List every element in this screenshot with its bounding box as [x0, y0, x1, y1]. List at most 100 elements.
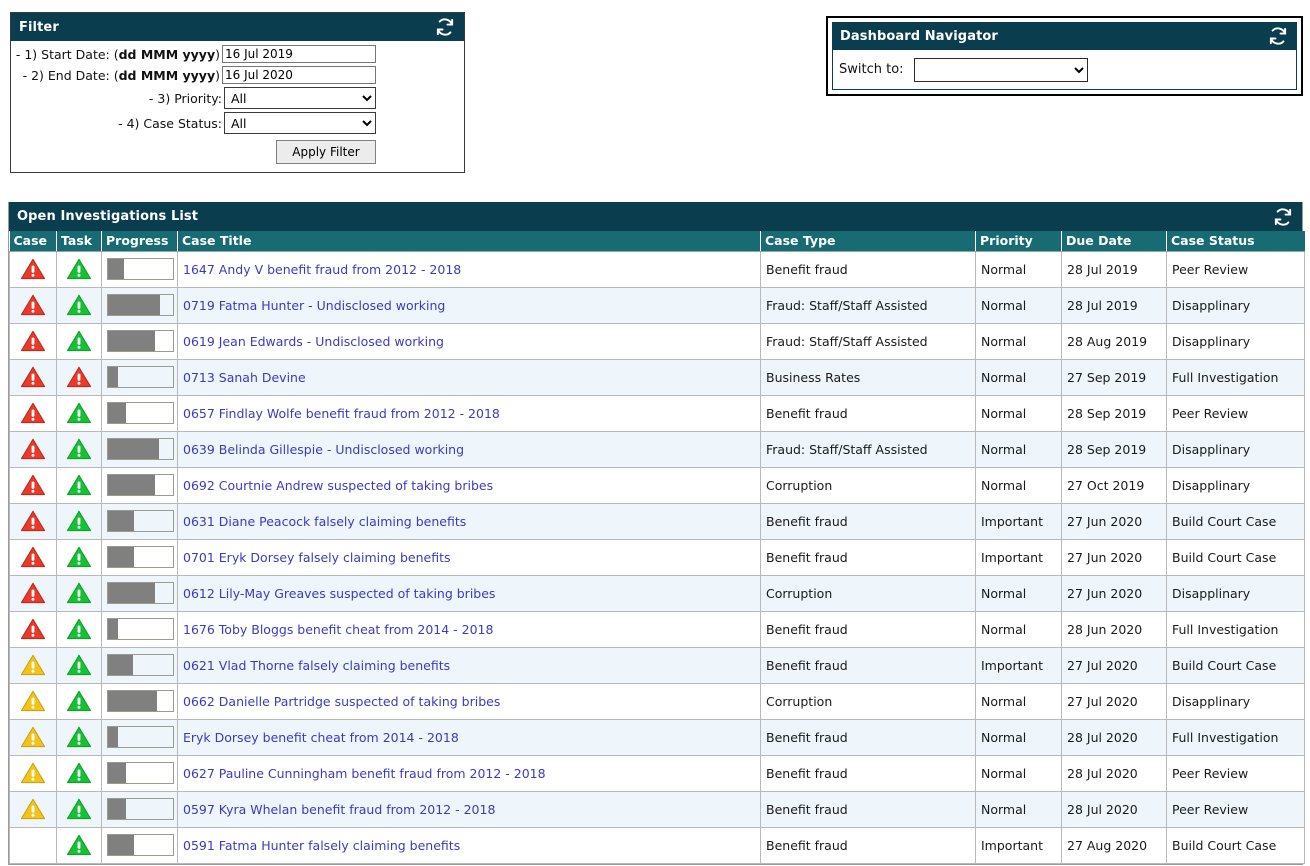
end-date-input[interactable] [222, 66, 376, 84]
case-status-select[interactable]: All [224, 112, 376, 134]
cell-case-title: 0692 Courtnie Andrew suspected of taking… [177, 466, 761, 504]
progress-bar-fill [108, 655, 133, 675]
column-header-task[interactable]: Task [56, 231, 102, 252]
case-title-link[interactable]: 0639 Belinda Gillespie - Undisclosed wor… [183, 442, 464, 457]
cell-task-icon [56, 358, 102, 396]
table-row[interactable]: 0657 Findlay Wolfe benefit fraud from 20… [9, 394, 1305, 432]
table-row[interactable]: 0692 Courtnie Andrew suspected of taking… [9, 466, 1305, 504]
green-warning-icon [66, 582, 92, 604]
cell-case-icon [9, 322, 57, 360]
case-title-link[interactable]: 0657 Findlay Wolfe benefit fraud from 20… [183, 406, 500, 421]
column-header-case-status[interactable]: Case Status [1166, 231, 1305, 252]
case-title-link[interactable]: 0662 Danielle Partridge suspected of tak… [183, 694, 500, 709]
cell-case-icon [9, 466, 57, 504]
case-title-link[interactable]: 0612 Lily-May Greaves suspected of takin… [183, 586, 495, 601]
table-row[interactable]: Eryk Dorsey benefit cheat from 2014 - 20… [9, 718, 1305, 756]
case-title-link[interactable]: 0621 Vlad Thorne falsely claiming benefi… [183, 658, 450, 673]
column-header-case-type[interactable]: Case Type [760, 231, 976, 252]
table-row[interactable]: 0597 Kyra Whelan benefit fraud from 2012… [9, 790, 1305, 828]
cell-case-icon [9, 682, 57, 720]
case-title-link[interactable]: 0701 Eryk Dorsey falsely claiming benefi… [183, 550, 450, 565]
red-warning-icon [20, 438, 46, 460]
case-title-link[interactable]: 0713 Sanah Devine [183, 370, 306, 385]
filter-panel-title: Filter [11, 13, 464, 41]
priority-select[interactable]: All [224, 87, 376, 109]
progress-bar-fill [108, 727, 118, 747]
case-title-link[interactable]: Eryk Dorsey benefit cheat from 2014 - 20… [183, 730, 459, 745]
table-row[interactable]: 0631 Diane Peacock falsely claiming bene… [9, 502, 1305, 540]
table-row[interactable]: 0612 Lily-May Greaves suspected of takin… [9, 574, 1305, 612]
cell-case-status: Disapplinary [1166, 682, 1305, 720]
column-header-priority[interactable]: Priority [975, 231, 1062, 252]
cell-case-title: 0701 Eryk Dorsey falsely claiming benefi… [177, 538, 761, 576]
red-warning-icon [20, 582, 46, 604]
cell-task-icon [56, 538, 102, 576]
cell-case-title: 0657 Findlay Wolfe benefit fraud from 20… [177, 394, 761, 432]
refresh-icon[interactable] [1267, 25, 1289, 47]
cell-case-icon [9, 718, 57, 756]
red-warning-icon [66, 366, 92, 388]
table-row[interactable]: 0591 Fatma Hunter falsely claiming benef… [9, 826, 1305, 864]
case-title-link[interactable]: 0631 Diane Peacock falsely claiming bene… [183, 514, 466, 529]
refresh-icon[interactable] [434, 16, 456, 38]
column-header-due-date[interactable]: Due Date [1061, 231, 1167, 252]
start-date-label-text: - 1) Start Date: ( [15, 46, 119, 62]
cell-task-icon [56, 610, 102, 648]
open-investigations-panel: Open Investigations List Case Task Progr… [8, 202, 1305, 865]
cell-priority: Normal [975, 574, 1062, 612]
table-row[interactable]: 0701 Eryk Dorsey falsely claiming benefi… [9, 538, 1305, 576]
case-status-label: - 4) Case Status: [118, 115, 222, 131]
cell-case-title: 0619 Jean Edwards - Undisclosed working [177, 322, 761, 360]
table-row[interactable]: 0619 Jean Edwards - Undisclosed working F… [9, 322, 1305, 360]
table-row[interactable]: 0662 Danielle Partridge suspected of tak… [9, 682, 1305, 720]
cell-task-icon [56, 826, 102, 864]
progress-bar [107, 798, 174, 820]
case-title-link[interactable]: 0619 Jean Edwards - Undisclosed working [183, 334, 444, 349]
table-row[interactable]: 1676 Toby Bloggs benefit cheat from 2014… [9, 610, 1305, 648]
refresh-icon[interactable] [1272, 206, 1294, 228]
cell-case-type: Benefit fraud [760, 250, 976, 288]
table-row[interactable]: 0621 Vlad Thorne falsely claiming benefi… [9, 646, 1305, 684]
table-row[interactable]: 1647 Andy V benefit fraud from 2012 - 20… [9, 250, 1305, 288]
table-body: 1647 Andy V benefit fraud from 2012 - 20… [9, 250, 1305, 864]
table-row[interactable]: 0713 Sanah Devine Business Rates Normal 27 … [9, 358, 1305, 396]
case-title-link[interactable]: 0692 Courtnie Andrew suspected of taking… [183, 478, 493, 493]
cell-case-icon [9, 538, 57, 576]
progress-bar-fill [108, 259, 125, 279]
table-row[interactable]: 0719 Fatma Hunter - Undisclosed working F… [9, 286, 1305, 324]
column-header-case[interactable]: Case [9, 231, 57, 252]
case-title-link[interactable]: 0591 Fatma Hunter falsely claiming benef… [183, 838, 460, 853]
apply-filter-button[interactable]: Apply Filter [276, 140, 376, 164]
cell-due-date: 28 Jul 2020 [1061, 718, 1167, 756]
start-date-row: - 1) Start Date: (dd MMM yyyy) [11, 45, 464, 63]
switch-to-select[interactable] [913, 57, 1088, 82]
green-warning-icon [66, 726, 92, 748]
start-date-input[interactable] [222, 45, 376, 63]
column-header-case-title[interactable]: Case Title [177, 231, 761, 252]
priority-row: - 3) Priority: All [11, 87, 464, 109]
table-row[interactable]: 0627 Pauline Cunningham benefit fraud fr… [9, 754, 1305, 792]
cell-case-type: Benefit fraud [760, 790, 976, 828]
cell-progress [101, 682, 178, 720]
case-title-link[interactable]: 0627 Pauline Cunningham benefit fraud fr… [183, 766, 546, 781]
cell-due-date: 27 Jul 2020 [1061, 682, 1167, 720]
start-date-format-hint: dd MMM yyyy [118, 46, 216, 62]
column-header-progress[interactable]: Progress [101, 231, 178, 252]
progress-bar [107, 654, 174, 676]
progress-bar-fill [108, 835, 134, 855]
case-title-link[interactable]: 1647 Andy V benefit fraud from 2012 - 20… [183, 262, 461, 277]
cell-case-status: Disapplinary [1166, 322, 1305, 360]
amber-warning-icon [20, 798, 46, 820]
investigations-table: Case Task Progress Case Title Case Type … [9, 231, 1305, 864]
progress-bar [107, 510, 174, 532]
case-title-link[interactable]: 0597 Kyra Whelan benefit fraud from 2012… [183, 802, 495, 817]
cell-case-icon [9, 574, 57, 612]
cell-priority: Normal [975, 286, 1062, 324]
red-warning-icon [20, 366, 46, 388]
case-title-link[interactable]: 0719 Fatma Hunter - Undisclosed working [183, 298, 445, 313]
green-warning-icon [66, 258, 92, 280]
table-row[interactable]: 0639 Belinda Gillespie - Undisclosed wor… [9, 430, 1305, 468]
case-title-link[interactable]: 1676 Toby Bloggs benefit cheat from 2014… [183, 622, 493, 637]
switch-to-label: Switch to: [839, 62, 904, 77]
progress-bar-fill [108, 367, 118, 387]
